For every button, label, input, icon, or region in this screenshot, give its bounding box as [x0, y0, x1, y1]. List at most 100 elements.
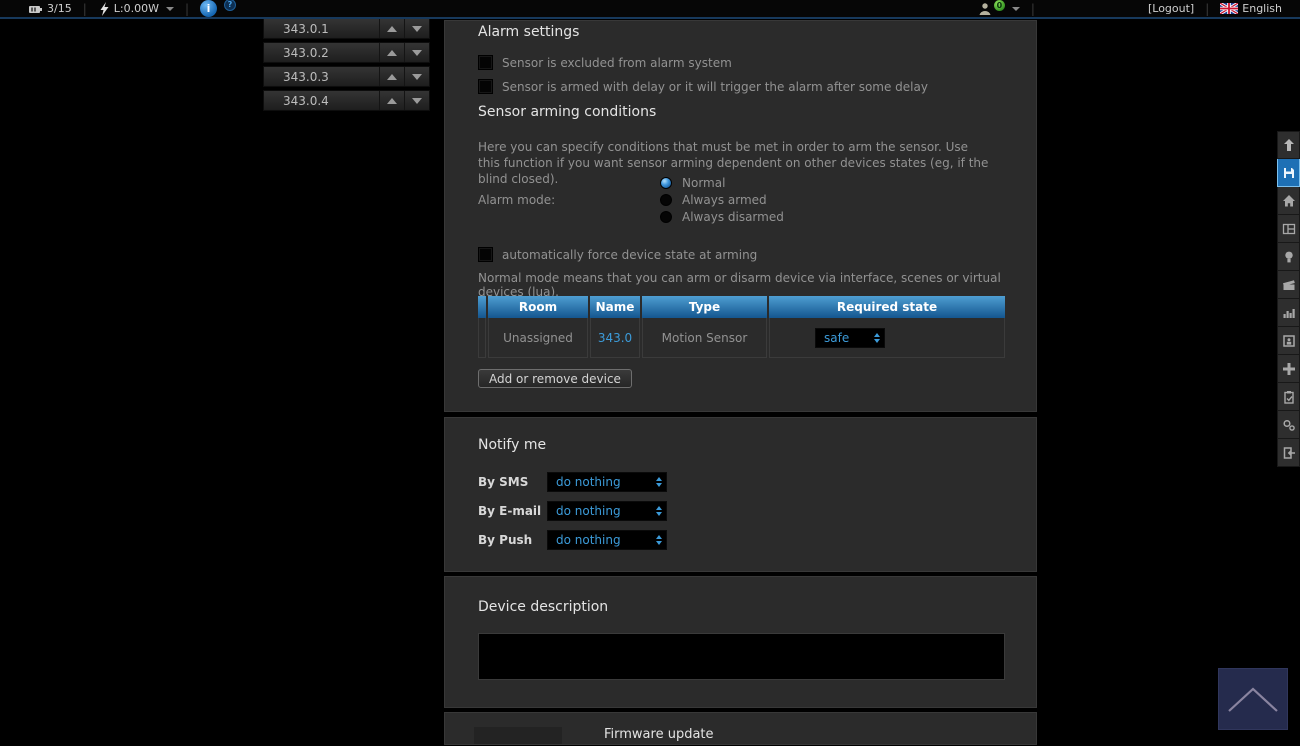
- help-icon[interactable]: ?: [224, 0, 236, 11]
- firmware-title: Firmware update: [604, 727, 714, 742]
- scroll-top-button[interactable]: [1277, 131, 1300, 159]
- arrow-up-icon: [387, 26, 397, 32]
- user-menu[interactable]: 0: [978, 2, 1020, 16]
- chevron-down-icon: [1012, 7, 1020, 11]
- rooms-button[interactable]: [1277, 215, 1300, 243]
- move-down-button[interactable]: [404, 91, 429, 110]
- select-stepper-icon: [656, 477, 662, 487]
- alarm-settings-title: Alarm settings: [478, 24, 579, 40]
- device-description-panel: Device description: [444, 576, 1037, 708]
- required-state-select[interactable]: safe: [815, 328, 885, 348]
- roof-chevron-icon: [1225, 683, 1281, 715]
- language-selector[interactable]: English: [1220, 2, 1282, 15]
- device-list-item-label: 343.0.4: [264, 91, 379, 110]
- save-button[interactable]: [1277, 159, 1300, 187]
- logout-button[interactable]: [Logout]: [1148, 2, 1194, 15]
- device-description-title: Device description: [478, 599, 608, 615]
- arming-devices-table: Room Name Type Required state Unassigned…: [478, 296, 1005, 358]
- alarm-mode-option[interactable]: Always disarmed: [660, 210, 784, 224]
- exit-button[interactable]: [1277, 439, 1300, 467]
- radio-normal[interactable]: [660, 177, 672, 189]
- energy-panel-button[interactable]: [1277, 299, 1300, 327]
- battery-icon: [28, 2, 43, 16]
- required-state-value: safe: [824, 331, 849, 345]
- notify-email-select[interactable]: do nothing: [547, 501, 667, 521]
- puzzle-icon: [1282, 362, 1296, 376]
- lightning-icon: [98, 2, 110, 16]
- plugins-button[interactable]: [1277, 355, 1300, 383]
- access-control-button[interactable]: [1277, 327, 1300, 355]
- clipboard-check-icon: [1282, 390, 1296, 404]
- arrow-down-icon: [412, 98, 422, 104]
- power-usage[interactable]: L:0.00W: [98, 2, 174, 16]
- alarm-mode-label: Alarm mode:: [478, 193, 555, 207]
- clapperboard-icon: [1282, 278, 1296, 292]
- separator: |: [1203, 2, 1211, 16]
- arrow-up-icon: [387, 50, 397, 56]
- select-stepper-icon: [656, 535, 662, 545]
- chart-icon: [1282, 306, 1296, 320]
- scenes-button[interactable]: [1277, 271, 1300, 299]
- move-down-button[interactable]: [404, 67, 429, 86]
- armed-delay-checkbox-row: Sensor is armed with delay or it will tr…: [478, 79, 928, 94]
- device-list-item[interactable]: 343.0.3: [263, 66, 430, 87]
- right-toolbar: [1277, 131, 1300, 467]
- armed-delay-checkbox[interactable]: [478, 79, 493, 94]
- arming-conditions-title: Sensor arming conditions: [478, 104, 656, 120]
- arrow-up-icon: [387, 98, 397, 104]
- notify-email-value: do nothing: [556, 504, 621, 518]
- move-up-button[interactable]: [379, 43, 404, 62]
- excluded-checkbox-row: Sensor is excluded from alarm system: [478, 55, 732, 70]
- move-down-button[interactable]: [404, 19, 429, 38]
- devices-button[interactable]: [1277, 243, 1300, 271]
- chevron-down-icon: [166, 7, 174, 11]
- device-description-textarea[interactable]: [478, 633, 1005, 680]
- separator: |: [183, 2, 191, 16]
- device-box-icon: [1282, 334, 1296, 348]
- radio-always-disarmed[interactable]: [660, 211, 672, 223]
- device-list-item[interactable]: 343.0.2: [263, 42, 430, 63]
- device-list-item[interactable]: 343.0.1: [263, 18, 430, 39]
- notify-email-label: By E-mail: [478, 501, 543, 521]
- add-remove-device-button[interactable]: Add or remove device: [478, 369, 632, 388]
- device-sublist: 343.0.1 343.0.2 343.0.3 343.0.4: [263, 18, 430, 114]
- radio-always-armed-label: Always armed: [682, 193, 767, 207]
- table-header-required-state: Required state: [769, 296, 1005, 318]
- table-header-type: Type: [642, 296, 767, 318]
- devices-counter: 3/15: [28, 2, 72, 16]
- excluded-checkbox-label: Sensor is excluded from alarm system: [502, 56, 732, 70]
- notify-sms-select[interactable]: do nothing: [547, 472, 667, 492]
- info-icon[interactable]: i: [200, 0, 217, 17]
- separator: |: [81, 2, 89, 16]
- settings-button[interactable]: [1277, 411, 1300, 439]
- devices-counter-text: 3/15: [47, 2, 72, 15]
- top-bar: 3/15 | L:0.00W | i ? 0 | [Logout] |: [0, 0, 1300, 19]
- move-up-button[interactable]: [379, 91, 404, 110]
- backup-button[interactable]: [1277, 383, 1300, 411]
- move-up-button[interactable]: [379, 19, 404, 38]
- arrow-up-icon: [387, 74, 397, 80]
- user-icon: [978, 2, 992, 16]
- radio-always-armed[interactable]: [660, 194, 672, 206]
- force-state-checkbox[interactable]: [478, 247, 493, 262]
- device-list-item-label: 343.0.1: [264, 19, 379, 38]
- alarm-mode-option[interactable]: Always armed: [660, 193, 767, 207]
- normal-mode-note: Normal mode means that you can arm or di…: [478, 271, 1036, 299]
- scroll-to-top-corner-button[interactable]: [1218, 668, 1288, 730]
- move-down-button[interactable]: [404, 43, 429, 62]
- excluded-checkbox[interactable]: [478, 55, 493, 70]
- device-list-item[interactable]: 343.0.4: [263, 90, 430, 111]
- home-button[interactable]: [1277, 187, 1300, 215]
- move-up-button[interactable]: [379, 67, 404, 86]
- table-cell-required-state: safe: [769, 318, 1005, 358]
- alarm-settings-panel: Alarm settings Sensor is excluded from a…: [444, 20, 1037, 412]
- armed-delay-checkbox-label: Sensor is armed with delay or it will tr…: [502, 80, 928, 94]
- alarm-mode-option[interactable]: Normal: [660, 176, 725, 190]
- table-cell-name-link[interactable]: 343.0: [590, 318, 640, 358]
- home-icon: [1282, 194, 1296, 208]
- language-label: English: [1242, 2, 1282, 15]
- uk-flag-icon: [1220, 3, 1238, 14]
- radio-always-disarmed-label: Always disarmed: [682, 210, 784, 224]
- exit-door-icon: [1282, 446, 1296, 460]
- notify-push-select[interactable]: do nothing: [547, 530, 667, 550]
